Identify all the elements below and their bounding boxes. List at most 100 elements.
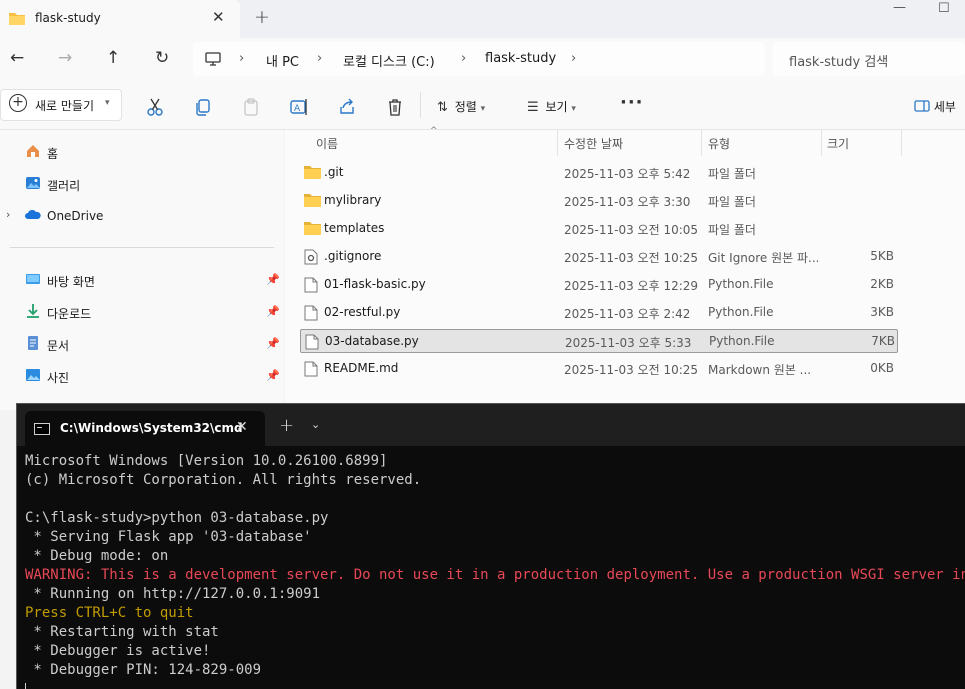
explorer-tab-strip: flask-study ✕ + — ☐: [0, 0, 965, 38]
sidebar-item-pictures[interactable]: 사진 📌: [0, 364, 284, 388]
refresh-button[interactable]: ↻: [155, 48, 169, 68]
terminal-line: C:\flask-study>python 03-database.py: [25, 510, 329, 526]
back-button[interactable]: ←: [10, 48, 24, 68]
file-name: 02-restful.py: [324, 305, 401, 319]
details-pane-button[interactable]: 세부: [914, 98, 956, 115]
file-size: 7KB: [871, 334, 895, 348]
file-type: 파일 폴더: [708, 195, 756, 209]
file-row[interactable]: 02-restful.py 2025-11-03 오후 2:42 Python.Fi…: [300, 301, 898, 325]
file-icon: [305, 334, 319, 350]
details-pane-icon: [914, 100, 930, 112]
file-size: 3KB: [870, 305, 894, 319]
column-separator[interactable]: [557, 130, 558, 156]
file-row[interactable]: mylibrary 2025-11-03 오후 3:30 파일 폴더: [300, 189, 898, 213]
terminal-line: * Debug mode: on: [25, 548, 169, 564]
sidebar-item-desktop[interactable]: 바탕 화면 📌: [0, 268, 284, 292]
column-header-name[interactable]: 이름: [316, 130, 338, 156]
copy-icon[interactable]: [193, 97, 213, 117]
chevron-right-icon[interactable]: ›: [6, 208, 10, 221]
pc-icon: [205, 52, 221, 66]
delete-icon[interactable]: [385, 97, 405, 117]
file-size: 0KB: [870, 361, 894, 375]
file-row[interactable]: .git 2025-11-03 오후 5:42 파일 폴더: [300, 161, 898, 185]
onedrive-icon: [25, 209, 41, 219]
column-separator[interactable]: [821, 130, 822, 156]
text-cursor: [25, 682, 26, 689]
file-type: Python.File: [708, 305, 774, 319]
minimize-button[interactable]: —: [893, 0, 906, 15]
new-button[interactable]: + 새로 만들기 ▾: [0, 89, 122, 121]
file-row[interactable]: templates 2025-11-03 오전 10:05 파일 폴더: [300, 217, 898, 241]
sidebar-item-downloads[interactable]: 다운로드 📌: [0, 300, 284, 324]
cut-icon[interactable]: [145, 97, 165, 117]
pictures-icon: [26, 369, 40, 381]
terminal-line: * Debugger is active!: [25, 643, 211, 659]
terminal-tab[interactable]: C:\Windows\System32\cmd ✕: [25, 411, 265, 446]
pin-icon: 📌: [266, 305, 280, 318]
sidebar-item-onedrive[interactable]: › OneDrive: [0, 204, 284, 228]
cmd-icon: [34, 423, 50, 435]
breadcrumb[interactable]: › 내 PC › 로컬 디스크 (C:) › flask-study ›: [193, 42, 765, 76]
rename-icon[interactable]: A: [289, 97, 309, 117]
terminal-cursor-line: [25, 680, 965, 689]
gallery-icon: [26, 177, 40, 189]
view-icon: ☰: [527, 100, 539, 115]
breadcrumb-item[interactable]: 내 PC: [266, 51, 299, 70]
breadcrumb-item[interactable]: flask-study: [485, 51, 556, 66]
details-pane-label: 세부: [933, 100, 956, 114]
new-tab-button[interactable]: +: [254, 6, 270, 28]
column-separator[interactable]: [901, 130, 902, 156]
column-separator[interactable]: [701, 130, 702, 156]
file-row[interactable]: 03-database.py 2025-11-03 오후 5:33 Python.F…: [300, 329, 898, 353]
terminal-line: * Restarting with stat: [25, 624, 219, 640]
close-tab-icon[interactable]: ✕: [212, 8, 225, 26]
file-name: templates: [324, 221, 385, 235]
desktop-icon: [26, 274, 40, 284]
desktop: flask-study ✕ + — ☐ ← → ↑ ↻ › 내 PC › 로컬 …: [0, 0, 965, 689]
sort-icon: ⇅: [437, 100, 448, 115]
column-header-type[interactable]: 유형: [708, 130, 730, 156]
view-button[interactable]: ☰ 보기 ▾: [527, 98, 576, 115]
file-list: ^ 이름 수정한 날짜 유형 크기 .git 2025-11-03 오후 5:42…: [285, 126, 965, 410]
pin-icon: 📌: [266, 369, 280, 382]
file-type: Markdown 원본 ...: [708, 363, 812, 377]
up-button[interactable]: ↑: [106, 48, 120, 68]
sidebar-item-home[interactable]: 홈: [0, 140, 284, 164]
sidebar-item-label: 바탕 화면: [47, 275, 95, 289]
file-name: mylibrary: [324, 193, 382, 207]
plus-icon: +: [9, 94, 27, 112]
share-icon[interactable]: [337, 97, 357, 117]
explorer-tab[interactable]: flask-study ✕: [0, 0, 240, 38]
terminal-output[interactable]: Microsoft Windows [Version 10.0.26100.68…: [25, 452, 965, 689]
maximize-button[interactable]: ☐: [938, 1, 950, 16]
terminal-line: * Debugger PIN: 124-829-009: [25, 662, 262, 678]
file-row[interactable]: README.md 2025-11-03 오전 10:25 Markdown 원본 …: [300, 357, 898, 381]
search-placeholder: flask-study 검색: [789, 55, 889, 70]
terminal-line: Microsoft Windows [Version 10.0.26100.68…: [25, 453, 388, 469]
terminal-line: * Running on http://127.0.0.1:9091: [25, 586, 321, 602]
close-tab-icon[interactable]: ✕: [236, 419, 248, 435]
sidebar-item-documents[interactable]: 문서 📌: [0, 332, 284, 356]
forward-button[interactable]: →: [58, 48, 72, 68]
new-terminal-tab-button[interactable]: +: [279, 415, 294, 436]
terminal-titlebar: C:\Windows\System32\cmd ✕ + ⌄: [17, 404, 965, 446]
terminal-line: * Serving Flask app '03-database': [25, 529, 312, 545]
file-row[interactable]: .gitignore 2025-11-03 오전 10:25 Git Ignore …: [300, 245, 898, 269]
sort-label: 정렬: [454, 100, 477, 114]
chevron-down-icon[interactable]: ⌄: [311, 418, 320, 431]
column-header-size[interactable]: 크기: [827, 130, 849, 156]
sidebar-item-gallery[interactable]: 갤러리: [0, 172, 284, 196]
column-header-date[interactable]: 수정한 날짜: [564, 130, 623, 156]
paste-icon[interactable]: [241, 97, 261, 117]
file-row[interactable]: 01-flask-basic.py 2025-11-03 오후 12:29 Pyth…: [300, 273, 898, 297]
search-input[interactable]: flask-study 검색: [773, 42, 965, 76]
terminal-line: WARNING: This is a development server. D…: [25, 567, 965, 583]
sidebar-item-label: 다운로드: [47, 307, 92, 321]
more-options-button[interactable]: ···: [620, 92, 644, 113]
toolbar-divider: [420, 92, 421, 118]
sort-button[interactable]: ⇅ 정렬 ▾: [437, 98, 485, 115]
terminal-line: Press CTRL+C to quit: [25, 605, 194, 621]
breadcrumb-item[interactable]: 로컬 디스크 (C:): [343, 51, 435, 70]
chevron-right-icon: ›: [461, 51, 467, 66]
